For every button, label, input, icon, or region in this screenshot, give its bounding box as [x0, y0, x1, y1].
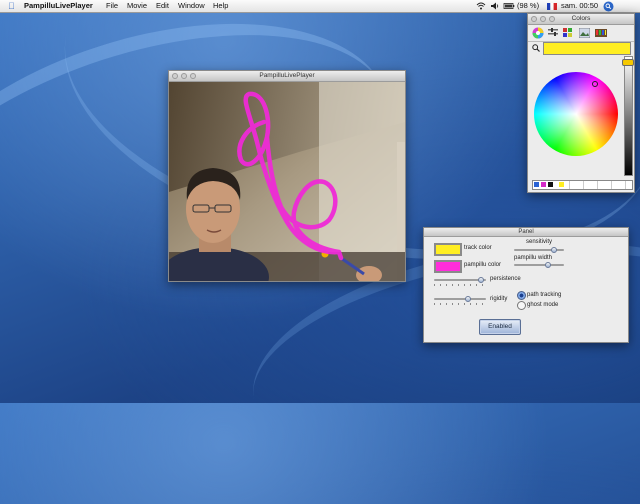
sensitivity-label: sensitivity: [526, 239, 553, 245]
battery-percent: (98 %): [517, 1, 540, 10]
crayons-icon[interactable]: [595, 28, 607, 38]
brightness-knob[interactable]: [622, 59, 634, 66]
pampillu-width-label: pampillu width: [514, 255, 553, 261]
path-tracking-label: path tracking: [527, 292, 562, 298]
colors-window-title: Colors: [571, 15, 591, 22]
app-menu[interactable]: PampilluLivePlayer: [24, 0, 93, 12]
panel-window: Panel track color pampillu color sensiti…: [423, 227, 629, 343]
magnifier-icon[interactable]: [532, 44, 540, 52]
pampillu-width-knob[interactable]: [544, 262, 551, 268]
ghost-mode-label: ghost mode: [527, 302, 559, 308]
menu-file[interactable]: File: [106, 0, 118, 12]
rigidity-knob[interactable]: [465, 296, 472, 302]
track-color-label: track color: [464, 245, 492, 251]
panel-title: Panel: [518, 229, 534, 235]
rigidity-label: rigidity: [490, 296, 508, 302]
pampillu-color-well[interactable]: [434, 260, 462, 273]
menu-help[interactable]: Help: [213, 0, 228, 12]
persistence-label: persistence: [490, 276, 521, 282]
player-window-title: PampilluLivePlayer: [259, 72, 315, 79]
player-titlebar[interactable]: PampilluLivePlayer: [169, 71, 405, 82]
menu-movie[interactable]: Movie: [127, 0, 147, 12]
spotlight-icon[interactable]: [603, 0, 614, 12]
minimize-button[interactable]: [540, 16, 546, 22]
sliders-icon[interactable]: [548, 28, 558, 38]
volume-icon[interactable]: [490, 0, 500, 12]
current-color-well[interactable]: [543, 42, 631, 55]
wifi-icon[interactable]: [476, 0, 486, 12]
enabled-button[interactable]: Enabled: [479, 319, 521, 335]
persistence-knob[interactable]: [477, 277, 484, 283]
zoom-button[interactable]: [549, 16, 555, 22]
palette-icon[interactable]: [563, 28, 573, 38]
clock[interactable]: sam. 00:50: [561, 0, 598, 12]
colors-titlebar[interactable]: Colors: [528, 14, 634, 25]
menu-edit[interactable]: Edit: [156, 0, 169, 12]
color-wheel-icon[interactable]: [532, 27, 544, 39]
ghost-mode-radio[interactable]: [517, 301, 526, 310]
panel-titlebar[interactable]: Panel: [424, 228, 628, 237]
rigidity-ticks: [434, 303, 486, 305]
menu-window[interactable]: Window: [178, 0, 205, 12]
color-wheel-cursor: [592, 81, 598, 87]
close-button[interactable]: [172, 73, 178, 79]
zoom-button[interactable]: [190, 73, 196, 79]
apple-menu-icon[interactable]: : [8, 0, 15, 12]
colors-toolbar: [528, 25, 634, 42]
french-flag-icon[interactable]: [547, 0, 557, 12]
sensitivity-knob[interactable]: [551, 247, 558, 253]
sensitivity-slider[interactable]: [514, 247, 564, 253]
close-button[interactable]: [531, 16, 537, 22]
color-wheel[interactable]: [534, 72, 618, 156]
minimize-button[interactable]: [181, 73, 187, 79]
battery-icon[interactable]: [503, 0, 515, 12]
track-color-well[interactable]: [434, 243, 462, 256]
player-window: PampilluLivePlayer: [168, 70, 406, 282]
path-tracking-radio[interactable]: [517, 291, 526, 300]
image-palette-icon[interactable]: [579, 28, 590, 38]
rigidity-slider[interactable]: [434, 296, 486, 302]
persistence-ticks: [434, 284, 486, 286]
pampillu-width-slider[interactable]: [514, 262, 564, 268]
pampillu-color-label: pampillu color: [464, 262, 502, 268]
menu-bar:  PampilluLivePlayer File Movie Edit Win…: [0, 0, 640, 13]
brightness-slider[interactable]: [624, 56, 633, 176]
video-view[interactable]: [169, 82, 405, 281]
persistence-slider[interactable]: [434, 277, 486, 283]
swatch-bar[interactable]: [532, 180, 633, 190]
colors-window: Colors: [527, 13, 635, 193]
